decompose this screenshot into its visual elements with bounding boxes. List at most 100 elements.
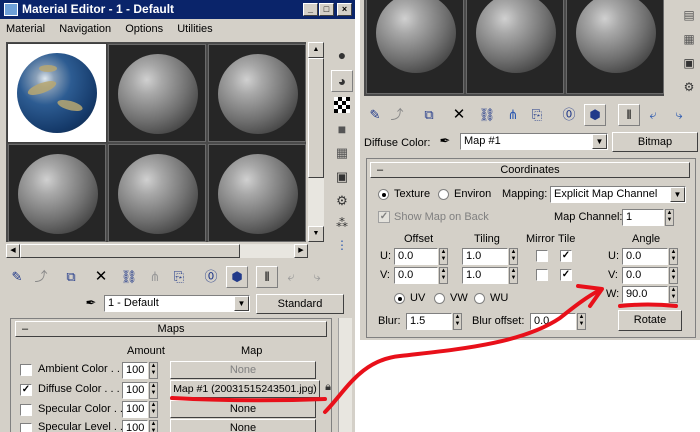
v-angle-field[interactable]: 0.0 <box>622 267 668 284</box>
blur-spinner[interactable]: ▲ ▼ <box>453 313 462 330</box>
v-tiling-spinner[interactable]: ▲ ▼ <box>509 267 518 284</box>
w-angle-spinner[interactable]: ▲ ▼ <box>669 286 678 303</box>
sample-slot-3[interactable] <box>566 0 664 94</box>
slot-scrollbar-horizontal[interactable]: ◀ ▶ <box>6 244 308 258</box>
material-effects-channel-icon[interactable]: ⓪ <box>558 104 580 126</box>
show-end-result-icon[interactable]: ‖ <box>256 266 278 288</box>
assign-to-selection-icon[interactable]: ⧉ <box>60 266 82 288</box>
background-checker-icon[interactable] <box>334 97 350 113</box>
reset-map-icon[interactable]: ✕ <box>448 104 470 126</box>
map-channel-spinner[interactable]: ▲ ▼ <box>665 209 674 226</box>
map-channel-field[interactable]: 1 <box>622 209 664 226</box>
put-to-scene-icon[interactable]: ⤴ <box>30 266 52 288</box>
sample-slot-6[interactable] <box>208 144 306 242</box>
map-type-button[interactable]: Bitmap <box>612 132 698 152</box>
show-map-in-viewport-icon[interactable]: ⬢ <box>584 104 606 126</box>
pick-material-eyedropper-icon[interactable]: ✒ <box>80 292 102 314</box>
u-tile-checkbox[interactable]: ✓ <box>560 250 572 262</box>
menu-options[interactable]: Options <box>125 23 163 35</box>
uv-tiling-icon[interactable]: ▤ <box>678 4 700 26</box>
menu-utilities[interactable]: Utilities <box>177 23 212 35</box>
slot-scrollbar-vertical[interactable]: ▲ ▼ <box>308 42 324 242</box>
assign-to-selection-icon[interactable]: ⧉ <box>418 104 440 126</box>
uv-radio[interactable] <box>394 293 405 304</box>
v-offset-field[interactable]: 0.0 <box>394 267 438 284</box>
material-effects-channel-icon[interactable]: ⓪ <box>200 266 222 288</box>
sample-slot-2[interactable] <box>466 0 564 94</box>
maps-rollout-header[interactable]: – Maps <box>15 321 327 337</box>
make-preview-icon[interactable]: ▣ <box>678 52 700 74</box>
ambient-amount[interactable]: 100 <box>122 362 148 379</box>
u-angle-spinner[interactable]: ▲ ▼ <box>669 248 678 265</box>
material-name-field[interactable]: 1 - Default ▼ <box>104 295 250 312</box>
u-mirror-checkbox[interactable] <box>536 250 548 262</box>
put-to-library-icon[interactable]: ⎘ <box>168 266 190 288</box>
v-angle-spinner[interactable]: ▲ ▼ <box>669 267 678 284</box>
specular-level-amount[interactable]: 100 <box>122 420 148 432</box>
sample-type-sphere-icon[interactable]: ● <box>331 44 353 66</box>
lock-icon[interactable]: 🔒︎ <box>320 376 336 398</box>
diffuse-amount[interactable]: 100 <box>122 382 148 399</box>
u-tiling-field[interactable]: 1.0 <box>462 248 508 265</box>
v-tile-checkbox[interactable]: ✓ <box>560 269 572 281</box>
specular-color-amount-spinner[interactable]: ▲ ▼ <box>149 401 158 418</box>
ambient-map-button[interactable]: None <box>170 361 316 379</box>
u-angle-field[interactable]: 0.0 <box>622 248 668 265</box>
select-by-material-icon[interactable]: ⁂ <box>331 212 353 234</box>
sample-slot-3[interactable] <box>208 44 306 142</box>
video-color-check-icon[interactable]: ▦ <box>678 28 700 50</box>
diffuse-amount-spinner[interactable]: ▲ ▼ <box>149 382 158 399</box>
rotate-button[interactable]: Rotate <box>618 310 682 331</box>
menu-material[interactable]: Material <box>6 23 45 35</box>
put-to-scene-icon[interactable]: ⤴ <box>386 104 408 126</box>
go-forward-to-sibling-icon[interactable]: ⤷ <box>668 104 690 126</box>
sample-slot-5[interactable] <box>108 144 206 242</box>
get-material-icon[interactable]: ✎ <box>6 266 28 288</box>
options-icon[interactable]: ⚙ <box>331 190 353 212</box>
sample-slot-2[interactable] <box>108 44 206 142</box>
get-material-icon[interactable]: ✎ <box>364 104 386 126</box>
sample-slot-1[interactable] <box>366 0 464 94</box>
show-map-on-back-checkbox[interactable]: ✓ <box>378 211 390 223</box>
backlight-icon[interactable]: ◕ <box>331 70 353 92</box>
uv-tiling-icon[interactable]: ■ <box>331 118 353 140</box>
ambient-amount-spinner[interactable]: ▲ ▼ <box>149 362 158 379</box>
show-map-in-viewport-icon[interactable]: ⬢ <box>226 266 248 288</box>
ambient-checkbox[interactable] <box>20 364 32 376</box>
v-offset-spinner[interactable]: ▲ ▼ <box>439 267 448 284</box>
specular-color-checkbox[interactable] <box>20 404 32 416</box>
texture-radio[interactable] <box>378 189 389 200</box>
u-offset-field[interactable]: 0.0 <box>394 248 438 265</box>
diffuse-map-button[interactable]: Map #1 (20031515243501.jpg) <box>170 380 320 398</box>
mapping-dropdown[interactable]: Explicit Map Channel ▼ <box>550 186 686 203</box>
sample-slot-1[interactable] <box>7 43 107 143</box>
coordinates-rollout-header[interactable]: – Coordinates <box>370 162 690 178</box>
blur-offset-field[interactable]: 0.0 <box>530 313 576 330</box>
map-name-field[interactable]: Map #1 ▼ <box>460 133 608 150</box>
specular-color-map-button[interactable]: None <box>170 400 316 418</box>
panel-scrollbar[interactable] <box>338 318 352 432</box>
go-forward-to-sibling-icon[interactable]: ⤷ <box>306 266 328 288</box>
blur-offset-spinner[interactable]: ▲ ▼ <box>577 313 586 330</box>
specular-color-amount[interactable]: 100 <box>122 401 148 418</box>
chevron-down-icon[interactable]: ▼ <box>670 187 685 202</box>
copy-material-icon[interactable]: ⛓ <box>118 266 140 288</box>
u-offset-spinner[interactable]: ▲ ▼ <box>439 248 448 265</box>
sample-slot-4[interactable] <box>8 144 106 242</box>
make-unique-icon[interactable]: ⋔ <box>144 266 166 288</box>
blur-field[interactable]: 1.5 <box>406 313 452 330</box>
chevron-down-icon[interactable]: ▼ <box>234 296 249 311</box>
environ-radio[interactable] <box>438 189 449 200</box>
material-map-navigator-icon[interactable]: ⋮ <box>331 234 353 256</box>
v-tiling-field[interactable]: 1.0 <box>462 267 508 284</box>
show-end-result-icon[interactable]: ‖ <box>618 104 640 126</box>
go-to-parent-icon[interactable]: ⤶ <box>280 266 302 288</box>
u-tiling-spinner[interactable]: ▲ ▼ <box>509 248 518 265</box>
make-unique-icon[interactable]: ⋔ <box>502 104 524 126</box>
put-to-library-icon[interactable]: ⎘ <box>526 104 548 126</box>
reset-map-icon[interactable]: ✕ <box>90 266 112 288</box>
specular-level-checkbox[interactable] <box>20 423 32 432</box>
diffuse-checkbox[interactable]: ✓ <box>20 384 32 396</box>
options-icon[interactable]: ⚙ <box>678 76 700 98</box>
v-mirror-checkbox[interactable] <box>536 269 548 281</box>
